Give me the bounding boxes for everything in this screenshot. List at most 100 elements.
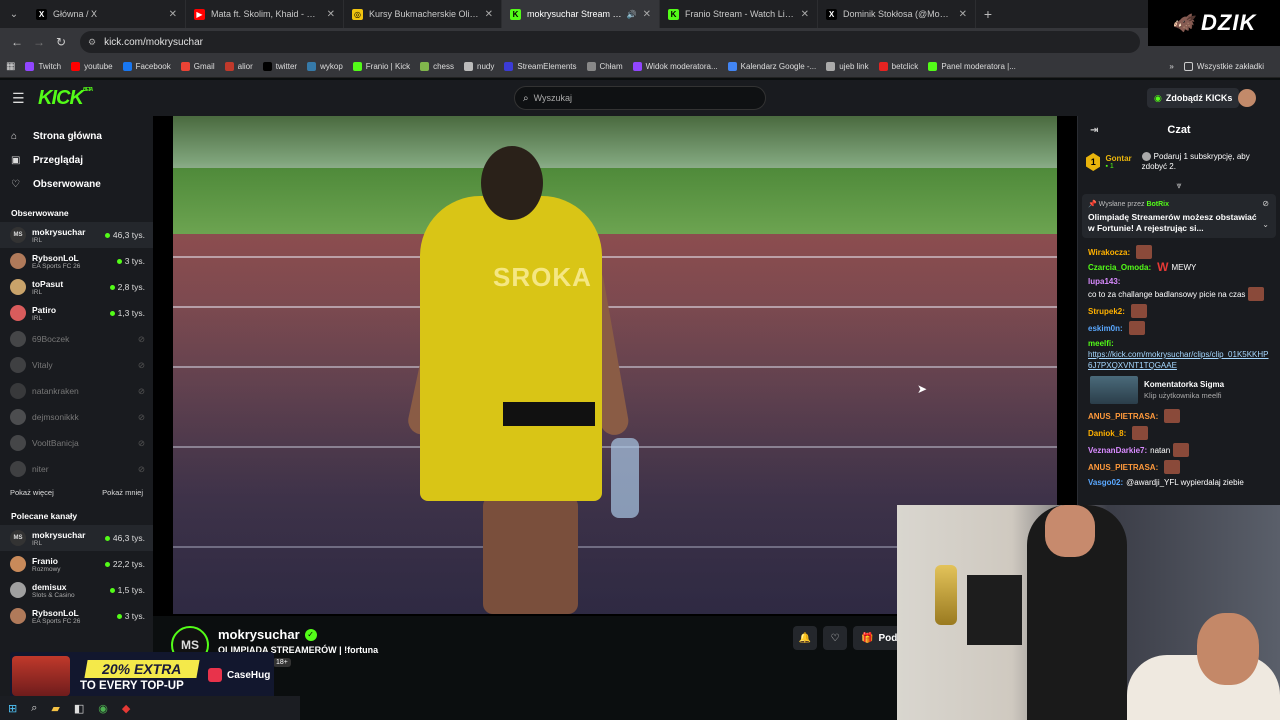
bookmark-item[interactable]: Chłam (586, 62, 623, 71)
file-explorer-icon[interactable]: ▰ (51, 702, 59, 715)
close-tab-icon[interactable]: ✕ (169, 9, 177, 20)
bookmark-item[interactable]: betclick (878, 62, 918, 71)
channel-item[interactable]: Franio Rozmowy 22,2 tys. (0, 551, 153, 577)
close-tab-icon[interactable]: ✕ (959, 9, 967, 20)
bookmark-item[interactable]: alior (224, 62, 253, 71)
unpin-icon[interactable]: ⊘ (1262, 199, 1269, 208)
speaker-icon[interactable]: 🔊 (627, 10, 637, 19)
sidebar-nav-item[interactable]: ⌂ Strona główna (0, 124, 153, 148)
search-icon[interactable]: ⌕ (31, 702, 37, 715)
notification-bell-button[interactable]: 🔔 (793, 626, 817, 650)
channel-item[interactable]: RybsonLoL EA Sports FC 26 3 tys. (0, 603, 153, 629)
chat-username[interactable]: VeznanDarkie7: (1088, 445, 1147, 456)
windows-start-icon[interactable]: ⊞ (8, 702, 17, 715)
channel-viewers: ⊘ (138, 464, 145, 475)
followed-section-title: Obserwowane (11, 208, 69, 218)
tab-4[interactable]: K Franio Stream - Watch Live on K ✕ (660, 0, 818, 28)
chat-message: Wirakocza: (1088, 245, 1270, 259)
chat-username[interactable]: lupa143: (1088, 276, 1120, 287)
tab-search-icon[interactable]: ⌄ (0, 0, 28, 28)
channel-item[interactable]: MS mokrysuchar IRL 46,3 tys. (0, 222, 153, 248)
bookmark-item[interactable]: Panel moderatora |... (928, 62, 1016, 71)
channel-item[interactable]: natankraken ⊘ (0, 378, 153, 404)
bookmark-item[interactable]: Gmail (180, 62, 215, 71)
bookmark-item[interactable]: youtube (71, 62, 113, 71)
channel-item[interactable]: MS mokrysuchar IRL 46,3 tys. (0, 525, 153, 551)
kick-logo[interactable]: KICKBETA (38, 87, 93, 110)
chat-username[interactable]: Wirakocza: (1088, 247, 1130, 258)
close-tab-icon[interactable]: ✕ (801, 9, 809, 20)
tab-0[interactable]: X Główna / X ✕ (28, 0, 186, 28)
bookmark-item[interactable]: Facebook (122, 62, 171, 71)
chevron-down-icon[interactable]: ⌄ (1262, 220, 1269, 229)
show-more-link[interactable]: Pokaż więcej (10, 488, 54, 497)
clip-card[interactable]: Komentatorka Sigma Klip użytkownika meelf… (1090, 375, 1270, 405)
filter-icon[interactable]: ⩔ (1078, 180, 1280, 192)
forward-icon[interactable]: → (28, 35, 50, 49)
site-info-icon[interactable]: ⚙ (88, 37, 96, 48)
chat-username[interactable]: meelfi: (1088, 338, 1114, 349)
channel-item[interactable]: RybsonLoL EA Sports FC 26 3 tys. (0, 248, 153, 274)
channel-item[interactable]: Vitaly ⊘ (0, 352, 153, 378)
collapse-chat-icon[interactable]: ⇥ (1090, 125, 1098, 136)
menu-icon[interactable]: ☰ (12, 90, 32, 107)
gift-sub-prompt[interactable]: Podaruj 1 subskrypcję, aby zdobyć 2. (1141, 152, 1272, 172)
bookmark-item[interactable]: wykop (307, 62, 343, 71)
app-icon[interactable]: ◆ (122, 702, 130, 715)
all-bookmarks[interactable]: Wszystkie zakładki (1183, 62, 1264, 71)
user-avatar[interactable] (1238, 89, 1256, 107)
more-bookmarks-icon[interactable]: » (1169, 62, 1173, 71)
bookmark-item[interactable]: Kalendarz Google -... (727, 62, 816, 71)
chat-username[interactable]: Strupek2: (1088, 306, 1125, 317)
address-bar[interactable]: ⚙ kick.com/mokrysuchar (80, 31, 1140, 53)
chat-username[interactable]: Daniok_8: (1088, 428, 1126, 439)
channel-item[interactable]: VooltBanicja ⊘ (0, 430, 153, 456)
bookmark-item[interactable]: ujeb link (826, 62, 869, 71)
channel-viewers: 2,8 tys. (109, 282, 145, 292)
streamer-name[interactable]: mokrysuchar ✓ (218, 627, 317, 642)
chat-username[interactable]: Vasgo02: (1088, 477, 1123, 488)
new-tab-button[interactable]: + (976, 6, 1000, 22)
app-icon[interactable]: ◧ (74, 702, 84, 715)
pinned-message[interactable]: 📌 Wysłane przez BotRix Olimpiadę Streame… (1082, 194, 1276, 238)
close-tab-icon[interactable]: ✕ (485, 9, 493, 20)
chat-username[interactable]: eskim0n: (1088, 323, 1123, 334)
channel-item[interactable]: demisux Slots & Casino 1,5 tys. (0, 577, 153, 603)
apps-icon[interactable]: ▦ (6, 61, 15, 72)
channel-item[interactable]: dejmsonikkk ⊘ (0, 404, 153, 430)
tab-5[interactable]: X Dominik Stokłosa (@MokrySuch ✕ (818, 0, 976, 28)
follow-button[interactable]: ♡ (823, 626, 847, 650)
chat-link[interactable]: https://kick.com/mokrysuchar/clips/clip_… (1088, 349, 1270, 371)
get-kicks-button[interactable]: ◉ Zdobądź KICKs (1147, 88, 1240, 108)
bookmark-item[interactable]: chess (420, 62, 454, 71)
channel-item[interactable]: 69Boczek ⊘ (0, 326, 153, 352)
tab-2[interactable]: ◎ Kursy Bukmacherskie Olimpiada ✕ (344, 0, 502, 28)
close-tab-icon[interactable]: ✕ (643, 9, 651, 20)
channel-item[interactable]: Patiro IRL 1,3 tys. (0, 300, 153, 326)
channel-avatar (10, 461, 26, 477)
ad-banner[interactable]: 20% EXTRA TO EVERY TOP-UP CaseHug (10, 652, 274, 700)
bookmark-item[interactable]: Widok moderatora... (632, 62, 718, 71)
show-less-link[interactable]: Pokaż mniej (102, 488, 143, 497)
channel-item[interactable]: niter ⊘ (0, 456, 153, 482)
tab-3[interactable]: Kmokrysuchar Stream - Watc 🔊 ✕ (502, 0, 660, 28)
tab-1[interactable]: ▶ Mata ft. Skolim, Khaid - KAMIKA ✕ (186, 0, 344, 28)
chat-username[interactable]: ANUS_PIETRASA: (1088, 462, 1158, 473)
chat-username[interactable]: Czarcia_Omoda: (1088, 262, 1151, 273)
back-icon[interactable]: ← (6, 35, 28, 49)
search-input[interactable]: ⌕ Wyszukaj (514, 86, 766, 110)
chrome-icon[interactable]: ◉ (98, 702, 108, 715)
channel-viewers: 3 tys. (116, 256, 145, 266)
bookmark-item[interactable]: StreamElements (504, 62, 577, 71)
chat-username[interactable]: ANUS_PIETRASA: (1088, 411, 1158, 422)
bookmark-item[interactable]: twitter (262, 62, 297, 71)
leader-name[interactable]: Gontar (1105, 154, 1131, 163)
channel-item[interactable]: toPasut IRL 2,8 tys. (0, 274, 153, 300)
close-tab-icon[interactable]: ✕ (327, 9, 335, 20)
bookmark-item[interactable]: Franio | Kick (352, 62, 410, 71)
reload-icon[interactable]: ↻ (50, 35, 72, 49)
bookmark-item[interactable]: nudy (464, 62, 494, 71)
sidebar-nav-item[interactable]: ▣ Przeglądaj (0, 148, 153, 172)
bookmark-item[interactable]: Twitch (25, 62, 61, 71)
sidebar-nav-item[interactable]: ♡ Obserwowane (0, 172, 153, 196)
